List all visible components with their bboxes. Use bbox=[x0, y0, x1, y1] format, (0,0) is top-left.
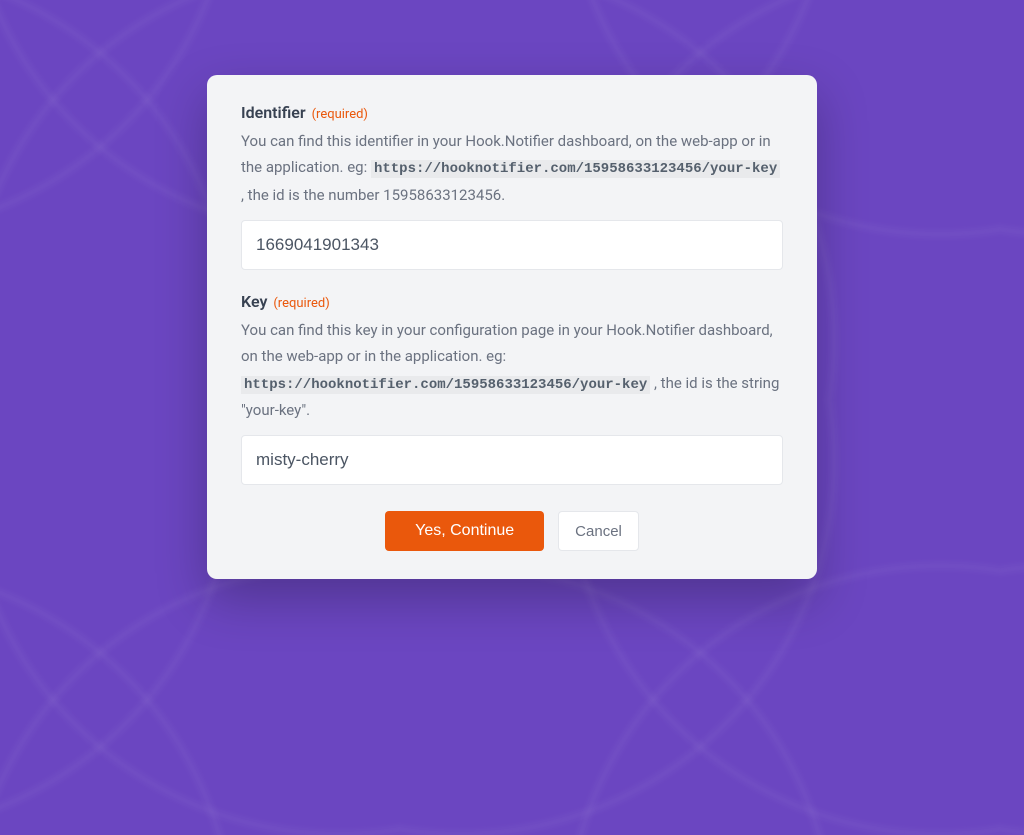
key-label: Key bbox=[241, 292, 267, 311]
identifier-label-row: Identifier (required) bbox=[241, 103, 783, 122]
key-required-badge: (required) bbox=[273, 296, 329, 311]
identifier-help-text: You can find this identifier in your Hoo… bbox=[241, 128, 783, 208]
identifier-help-post: , the id is the number 15958633123456. bbox=[241, 186, 505, 204]
identifier-input[interactable] bbox=[241, 220, 783, 270]
identifier-field-group: Identifier (required) You can find this … bbox=[241, 103, 783, 270]
button-row: Yes, Continue Cancel bbox=[241, 511, 783, 551]
key-help-text: You can find this key in your configurat… bbox=[241, 317, 783, 423]
key-label-row: Key (required) bbox=[241, 292, 783, 311]
auth-form-card: Identifier (required) You can find this … bbox=[207, 75, 817, 579]
key-field-group: Key (required) You can find this key in … bbox=[241, 292, 783, 485]
continue-button[interactable]: Yes, Continue bbox=[385, 511, 544, 551]
identifier-help-code: https://hooknotifier.com/15958633123456/… bbox=[371, 160, 780, 178]
key-help-pre: You can find this key in your configurat… bbox=[241, 321, 773, 365]
cancel-button[interactable]: Cancel bbox=[558, 511, 639, 551]
identifier-label: Identifier bbox=[241, 103, 306, 122]
identifier-required-badge: (required) bbox=[312, 107, 368, 122]
key-input[interactable] bbox=[241, 435, 783, 485]
key-help-code: https://hooknotifier.com/15958633123456/… bbox=[241, 376, 650, 394]
